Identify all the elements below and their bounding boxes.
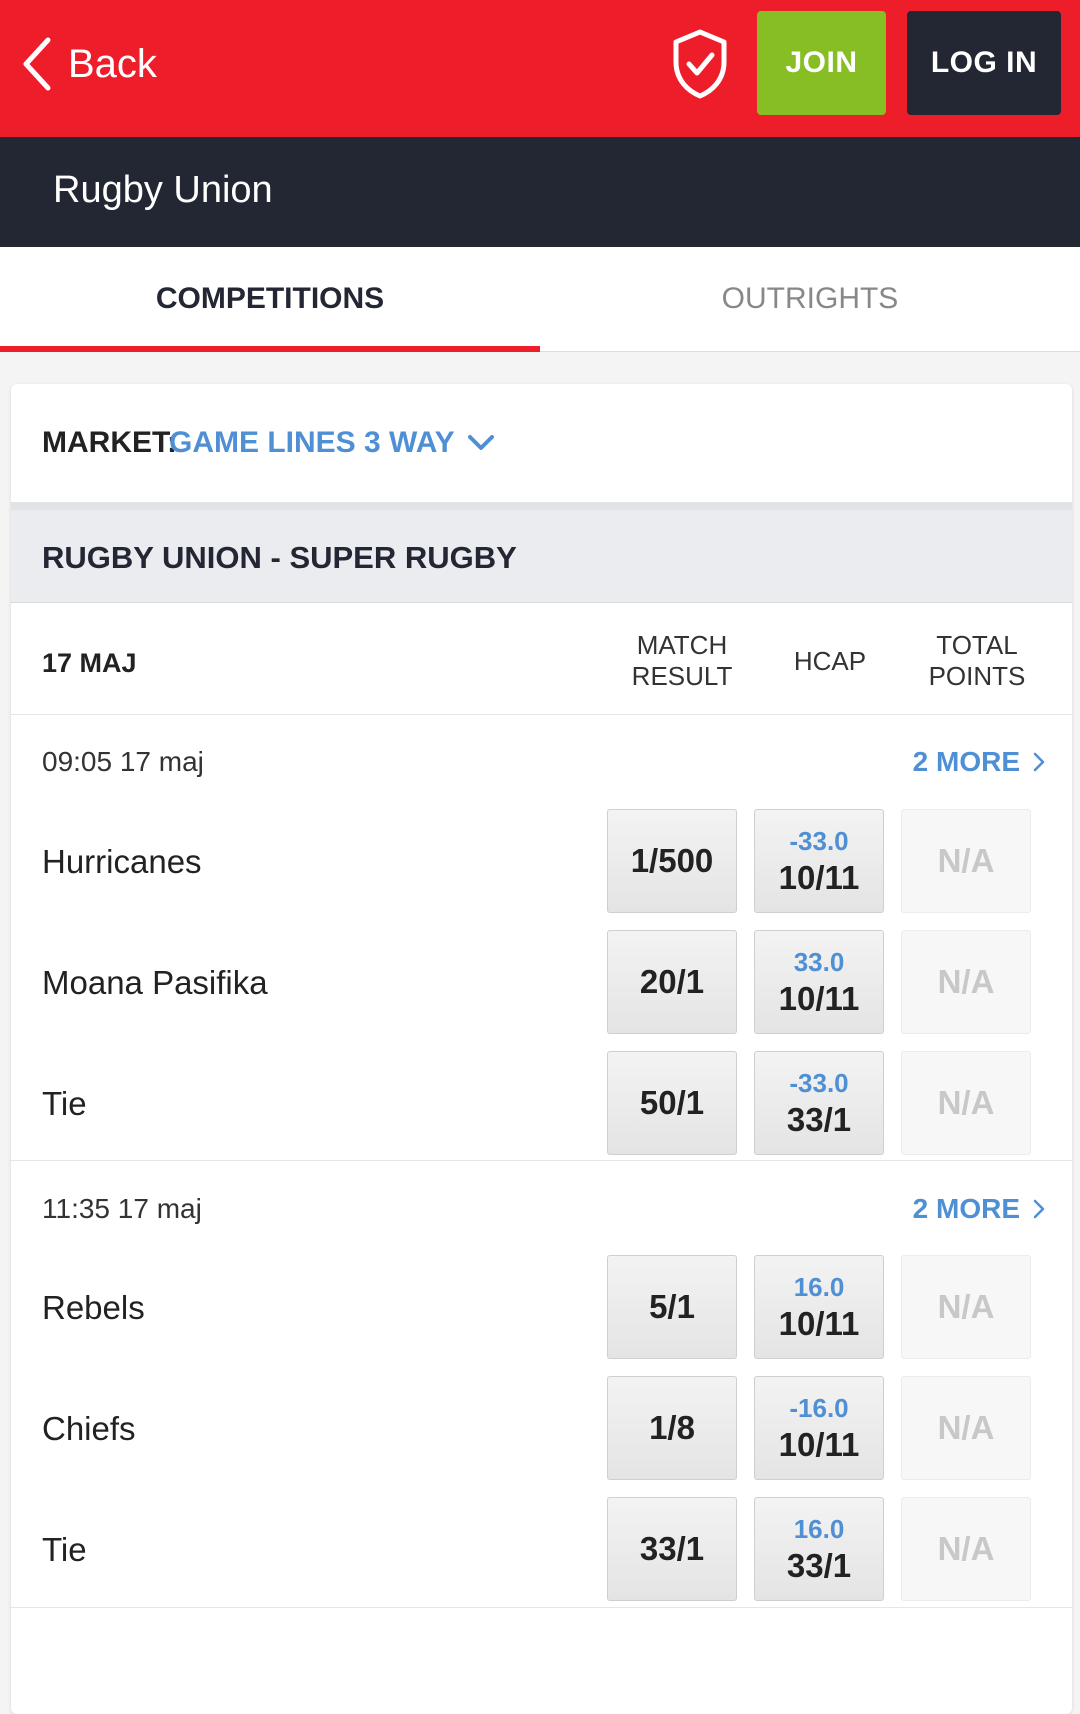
login-button[interactable]: LOG IN (907, 11, 1061, 115)
sport-header: Rugby Union (0, 137, 1080, 247)
shield-check-icon[interactable] (670, 28, 730, 100)
market-dropdown[interactable]: GAME LINES 3 WAY (169, 426, 495, 460)
odds-button-total-points: N/A (901, 930, 1031, 1034)
team-name: Chiefs (42, 1410, 136, 1447)
more-markets-link[interactable]: 2 MORE (913, 1193, 1046, 1225)
odds-button-hcap[interactable]: -33.0 10/11 (754, 809, 884, 913)
top-bar: Back JOIN LOG IN (0, 0, 1080, 137)
selection-row: Tie 50/1 -33.0 33/1 N/A (11, 1051, 1072, 1155)
tab-outrights[interactable]: OUTRIGHTS (540, 247, 1080, 351)
more-markets-link[interactable]: 2 MORE (913, 746, 1046, 778)
competition-title: RUGBY UNION - SUPER RUGBY (42, 540, 517, 575)
selection-row: Tie 33/1 16.0 33/1 N/A (11, 1497, 1072, 1601)
odds-button-match-result[interactable]: 33/1 (607, 1497, 737, 1601)
team-name: Tie (42, 1085, 87, 1122)
odds-button-match-result[interactable]: 1/500 (607, 809, 737, 913)
selection-row: Rebels 5/1 16.0 10/11 N/A (11, 1255, 1072, 1359)
odds-button-match-result[interactable]: 5/1 (607, 1255, 737, 1359)
back-label: Back (68, 41, 157, 86)
odds-button-hcap[interactable]: 16.0 33/1 (754, 1497, 884, 1601)
odds-button-match-result[interactable]: 1/8 (607, 1376, 737, 1480)
active-tab-indicator (0, 346, 540, 352)
competition-header: RUGBY UNION - SUPER RUGBY (11, 510, 1072, 603)
event-time: 09:05 17 maj (42, 746, 204, 777)
page-title: Rugby Union (53, 169, 273, 211)
event-block: 09:05 17 maj 2 MORE Hurricanes 1/500 -33… (11, 714, 1072, 1161)
selection-row: Chiefs 1/8 -16.0 10/11 N/A (11, 1376, 1072, 1480)
market-value: GAME LINES 3 WAY (169, 426, 455, 459)
odds-button-hcap[interactable]: -33.0 33/1 (754, 1051, 884, 1155)
event-time: 11:35 17 maj (42, 1193, 202, 1224)
odds-button-hcap[interactable]: 33.0 10/11 (754, 930, 884, 1034)
chevron-right-icon (1033, 1199, 1045, 1219)
odds-button-hcap[interactable]: 16.0 10/11 (754, 1255, 884, 1359)
odds-button-match-result[interactable]: 50/1 (607, 1051, 737, 1155)
tab-bar: COMPETITIONS OUTRIGHTS (0, 247, 1080, 352)
event-block: 11:35 17 maj 2 MORE Rebels 5/1 16.0 10/11… (11, 1161, 1072, 1608)
column-headers: 17 MAJ MATCH RESULT HCAP TOTAL POINTS (11, 610, 1072, 715)
odds-button-total-points: N/A (901, 809, 1031, 913)
chevron-left-icon (23, 37, 51, 91)
odds-button-total-points: N/A (901, 1376, 1031, 1480)
odds-button-hcap[interactable]: -16.0 10/11 (754, 1376, 884, 1480)
join-button[interactable]: JOIN (757, 11, 886, 115)
market-selector-row: MARKET: GAME LINES 3 WAY (11, 384, 1072, 510)
odds-button-total-points: N/A (901, 1255, 1031, 1359)
odds-button-total-points: N/A (901, 1497, 1031, 1601)
chevron-right-icon (1033, 752, 1045, 772)
selection-row: Moana Pasifika 20/1 33.0 10/11 N/A (11, 930, 1072, 1034)
odds-button-total-points: N/A (901, 1051, 1031, 1155)
column-hcap: HCAP (793, 646, 867, 676)
tab-competitions[interactable]: COMPETITIONS (0, 247, 540, 351)
column-total-points: TOTAL POINTS (928, 630, 1026, 691)
odds-button-match-result[interactable]: 20/1 (607, 930, 737, 1034)
team-name: Rebels (42, 1289, 145, 1326)
market-card: MARKET: GAME LINES 3 WAY RUGBY UNION - S… (11, 384, 1072, 1714)
team-name: Hurricanes (42, 843, 202, 880)
selection-row: Hurricanes 1/500 -33.0 10/11 N/A (11, 809, 1072, 913)
date-header: 17 MAJ (42, 648, 137, 678)
team-name: Tie (42, 1531, 87, 1568)
chevron-down-icon (467, 435, 494, 450)
column-match-result: MATCH RESULT (631, 630, 733, 691)
team-name: Moana Pasifika (42, 964, 268, 1001)
market-label: MARKET: (42, 426, 177, 459)
back-button[interactable]: Back (20, 34, 157, 94)
